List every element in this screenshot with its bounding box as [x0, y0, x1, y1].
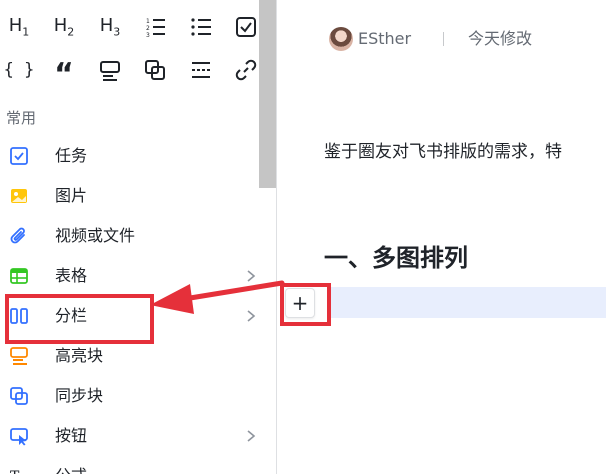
quote-icon: “ [54, 57, 74, 92]
highlight-block-icon [10, 347, 28, 365]
section-heading[interactable]: 一、多图排列 [324, 241, 468, 275]
empty-block-placeholder[interactable] [327, 287, 606, 318]
menu-item-label: 同步块 [55, 386, 104, 405]
section-label-common: 常用 [6, 109, 37, 127]
svg-text:1: 1 [146, 18, 150, 25]
menu-item-button[interactable]: 按钮 [0, 416, 258, 456]
menu-item-video-file[interactable]: 视频或文件 [0, 216, 258, 256]
sync-block-icon [145, 60, 165, 80]
bullet-list-icon [191, 18, 211, 36]
callout-button[interactable] [93, 55, 127, 85]
menu-item-label: 视频或文件 [55, 226, 136, 245]
quote-button[interactable]: “ [47, 55, 81, 90]
menu-item-table[interactable]: 表格 [0, 256, 258, 296]
svg-text:T: T [10, 469, 20, 474]
menu-item-image[interactable]: 图片 [0, 176, 258, 216]
avatar[interactable] [329, 27, 353, 51]
menu-item-task[interactable]: 任务 [0, 136, 258, 176]
meta-separator [443, 32, 444, 46]
annotation-box-add-button [280, 283, 331, 326]
modified-time: 今天修改 [468, 29, 533, 48]
sync-block-icon [10, 387, 28, 405]
svg-text:2: 2 [146, 25, 150, 32]
paragraph-text[interactable]: 鉴于圈友对飞书排版的需求，特 [324, 140, 562, 164]
task-checkbox-icon [10, 147, 28, 165]
divider-icon [192, 62, 210, 78]
ordered-list-icon: 1 2 3 [146, 18, 165, 38]
code-block-button[interactable]: { } [2, 55, 36, 85]
heading2-button[interactable]: H2 [47, 12, 81, 42]
button-icon [10, 428, 28, 446]
menu-item-formula[interactable]: T x 公式 [0, 456, 258, 474]
svg-text:3: 3 [146, 32, 150, 38]
heading1-button[interactable]: H1 [2, 12, 36, 42]
callout-icon [100, 61, 120, 81]
attachment-icon [10, 227, 25, 244]
bullet-list-button[interactable] [184, 12, 218, 42]
sync-block-button[interactable] [138, 55, 172, 85]
checkbox-icon [236, 17, 256, 37]
menu-item-sync-block[interactable]: 同步块 [0, 376, 258, 416]
divider-button[interactable] [184, 55, 218, 85]
chevron-right-icon [247, 270, 256, 282]
menu-item-label: 图片 [55, 186, 88, 205]
code-braces-icon: { } [3, 60, 35, 80]
chevron-right-icon [247, 310, 256, 322]
author-name[interactable]: ESther [358, 27, 411, 51]
menu-item-label: 任务 [55, 146, 88, 165]
annotation-box-columns [5, 294, 154, 344]
image-icon [11, 189, 27, 203]
menu-item-label: 公式 [55, 456, 87, 474]
chevron-right-icon [247, 430, 256, 442]
formula-icon: T x [10, 469, 26, 474]
table-icon [10, 268, 28, 284]
heading3-button[interactable]: H3 [93, 12, 127, 42]
document-area: ESther 今天修改 鉴于圈友对飞书排版的需求，特 一、多图排列 + [277, 0, 606, 474]
insert-block-menu: H1 H2 H3 1 2 3 { } “ 常用 任务 图片 视频或文件 表格 分… [0, 0, 276, 474]
menu-item-label: 表格 [55, 266, 88, 285]
ordered-list-button[interactable]: 1 2 3 [138, 12, 172, 42]
menu-scrollbar-thumb[interactable] [259, 0, 276, 188]
menu-item-label: 按钮 [55, 426, 88, 445]
link-icon [235, 59, 257, 81]
